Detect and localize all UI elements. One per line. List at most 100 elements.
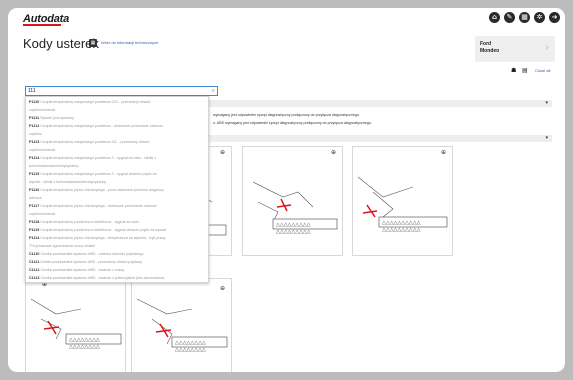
suggestion-item[interactable]: zapłonu/zwarcie — [29, 148, 207, 153]
svg-text:△△△△△△△△△△: △△△△△△△△△△ — [382, 220, 421, 226]
suggestion-description: Czujnik temperatury zasysanego powietrza… — [40, 100, 151, 104]
diagram-card[interactable]: ⊕ △△△△△△△△ △△△△△△△△ — [131, 278, 232, 372]
suggestion-description: Czujnik temperatury zasysanego powietrza… — [40, 172, 157, 176]
technical-info-link[interactable]: Wróć do informacji technicznych — [101, 40, 158, 45]
suggestion-item[interactable]: P1113 Czujnik temperatury zasysanego pow… — [29, 140, 207, 145]
caret-down-icon[interactable]: ▾ — [545, 100, 548, 107]
suggestion-item[interactable]: P1117 Czujnik temperatury płynu chłodząc… — [29, 204, 207, 209]
wrench-icon[interactable]: ✎ — [504, 12, 515, 23]
suggestion-code: P1114 — [29, 236, 41, 240]
suggestion-item[interactable]: P1116 Czujnik temperatury płynu chłodząc… — [29, 188, 207, 193]
vehicle-model: Mondeo — [480, 48, 500, 54]
suggestion-item[interactable]: P1115 Czujnik temperatury zasysanego pow… — [29, 172, 207, 177]
suggestion-description: zapłonu/zwarcie — [29, 108, 56, 112]
suggestion-code: C1113 — [29, 276, 41, 280]
suggestion-item[interactable]: "Przymusowe ograniczenie mocy silnika" — [29, 244, 207, 249]
logo-underline — [23, 24, 61, 26]
suggestion-item[interactable]: wysoki - silniki z turbodoładowaniem/spr… — [29, 180, 207, 185]
suggestion-code: P1119 — [29, 228, 41, 232]
pedal-diagram: △△△△△△△△ △△△△△△△△ — [136, 298, 228, 353]
close-all-link[interactable]: Close all — [535, 68, 550, 73]
search-box[interactable]: ⌕ — [25, 86, 218, 96]
search-icon[interactable]: ⌕ — [212, 87, 215, 95]
suggestion-code: C1110 — [29, 252, 41, 256]
print-icon[interactable]: ▤ — [522, 67, 528, 74]
vehicle-make: Ford — [480, 41, 492, 47]
suggestion-description: zapłonu/zwarcie — [29, 212, 56, 216]
suggestion-description: Czujnik temperatury zasysanego powietrza… — [40, 156, 157, 160]
suggestion-description: Czujnik temperatury płynu chłodzącego - … — [40, 204, 157, 208]
suggestion-item[interactable]: turbodoładowaniem/sprężarką — [29, 164, 207, 169]
suggestion-item[interactable]: P1114 Czujnik temperatury płynu chłodząc… — [29, 236, 207, 241]
suggestion-code: P1115 — [29, 172, 41, 176]
suggestion-description: "Przymusowe ograniczenie mocy silnika" — [29, 244, 96, 248]
caret-down-icon[interactable]: ▾ — [545, 135, 548, 142]
diagnostic-note-2: u. ABS wymagany jest odpowiedni sprzęt d… — [213, 121, 372, 125]
search-suggestions[interactable]: P1110 Czujnik temperatury zasysanego pow… — [25, 96, 209, 283]
suggestion-description: Czujnik temperatury powietrza w kolektor… — [40, 228, 167, 232]
suggestion-code: P1116 — [29, 188, 41, 192]
pedal-diagram: △△△△△△△△ △△△△△△△△ — [30, 298, 122, 350]
suggestion-description: zapłonu/zwarcie — [29, 148, 56, 152]
chevron-right-icon: › — [545, 43, 549, 53]
suggestion-description: wysoki - silniki z turbodoładowaniem/spr… — [29, 180, 106, 184]
suggestion-item[interactable]: zapłonu/zwarcie — [29, 212, 207, 217]
suggestion-code: P1112 — [29, 124, 41, 128]
suggestion-item[interactable]: P1114 Czujnik temperatury zasysanego pow… — [29, 156, 207, 161]
suggestion-item[interactable]: C1110 Cewka przekaźnika systemu ABS - us… — [29, 252, 207, 257]
suggestion-item[interactable]: P1119 Czujnik temperatury powietrza w ko… — [29, 228, 207, 233]
suggestion-item[interactable]: P1110 Czujnik temperatury zasysanego pow… — [29, 100, 207, 105]
diagram-card[interactable]: ⊕ △△△△△△△△△ △△△△△△△△△ — [242, 146, 343, 256]
gear-icon[interactable]: ✲ — [534, 12, 545, 23]
suggestion-description: Cewka przekaźnika systemu ABS - zwarcie … — [40, 276, 165, 280]
header: Autodata ⌂ ✎ ▦ ✲ ➜ — [8, 8, 565, 30]
diagram-card[interactable]: ⊕ △△△△△△△△ △△△△△△△△ — [25, 278, 126, 372]
suggestion-code: P1118 — [29, 220, 41, 224]
suggestion-code: P1114 — [29, 156, 41, 160]
suggestion-item[interactable]: zapłonu — [29, 132, 207, 137]
logout-icon[interactable]: ➜ — [549, 12, 560, 23]
suggestion-item[interactable]: zapłonu/zwarcie — [29, 108, 207, 113]
suggestion-description: turbodoładowaniem/sprężarką — [29, 164, 79, 168]
svg-text:△△△△△△△△: △△△△△△△△ — [175, 347, 206, 353]
suggestion-item[interactable]: C1113 Cewka przekaźnika systemu ABS - zw… — [29, 276, 207, 281]
suggestion-code: P1111 — [29, 116, 41, 120]
suggestion-item[interactable]: C1112 Cewka przekaźnika systemu ABS - zw… — [29, 268, 207, 273]
home-icon[interactable]: ⌂ — [489, 12, 500, 23]
suggestion-item[interactable]: P1112 Czujnik temperatury zasysanego pow… — [29, 124, 207, 129]
suggestion-code: P1110 — [29, 100, 41, 104]
vehicle-selector[interactable]: Ford Mondeo › — [475, 36, 555, 62]
suggestion-description: Czujnik temperatury płynu chłodzącego - … — [40, 236, 166, 240]
suggestion-description: Czujnik temperatury powietrza w kolektor… — [40, 220, 139, 224]
page-title: Kody usterek — [23, 36, 99, 51]
pedal-diagram: △△△△△△△△△ △△△△△△△△△ — [252, 181, 338, 235]
users-icon[interactable]: ☗ — [511, 67, 516, 74]
suggestion-item[interactable]: C1111 Cewka przekaźnika systemu ABS - pr… — [29, 260, 207, 265]
diagnostic-note-1: wymagany jest odpowiedni sprzęt diagnost… — [213, 113, 360, 117]
suggestion-code: C1111 — [29, 260, 41, 264]
suggestion-description: Czujnik temperatury płynu chłodzącego - … — [40, 188, 164, 192]
grid-icon[interactable]: ▦ — [89, 39, 97, 47]
suggestion-description: Czujnik temperatury zasysanego powietrza… — [40, 140, 150, 144]
app-window: Autodata ⌂ ✎ ▦ ✲ ➜ Kody usterek ▦ Wróć d… — [8, 8, 565, 372]
suggestion-item[interactable]: P1111 System jest sprawny — [29, 116, 207, 121]
svg-text:△△△△△△△△: △△△△△△△△ — [69, 344, 100, 350]
suggestion-item[interactable]: P1118 Czujnik temperatury powietrza w ko… — [29, 220, 207, 225]
suggestion-item[interactable]: wiersza — [29, 196, 207, 201]
search-input[interactable] — [28, 87, 203, 95]
suggestion-description: zapłonu — [29, 132, 42, 136]
suggestion-description: Czujnik temperatury zasysanego powietrza… — [40, 124, 163, 128]
svg-text:△△△△△△△△: △△△△△△△△ — [175, 340, 206, 346]
svg-text:△△△△△△△△△: △△△△△△△△△ — [276, 229, 311, 235]
diagram-card[interactable]: ⊕ △△△△△△△△△△ △△△△△△△△△△ — [352, 146, 453, 256]
suggestion-code: C1112 — [29, 268, 41, 272]
calculator-icon[interactable]: ▦ — [519, 12, 530, 23]
suggestion-description: Cewka przekaźnika systemu ABS - usterka … — [40, 252, 144, 256]
suggestion-description: wiersza — [29, 196, 42, 200]
suggestion-code: P1117 — [29, 204, 41, 208]
suggestion-description: Cewka przekaźnika systemu ABS - zwarcie … — [40, 268, 125, 272]
pedal-diagram: △△△△△△△△△△ △△△△△△△△△△ — [357, 176, 448, 233]
suggestion-code: P1113 — [29, 140, 41, 144]
svg-text:△△△△△△△△△△: △△△△△△△△△△ — [382, 227, 421, 233]
svg-text:△△△△△△△△: △△△△△△△△ — [69, 337, 100, 343]
